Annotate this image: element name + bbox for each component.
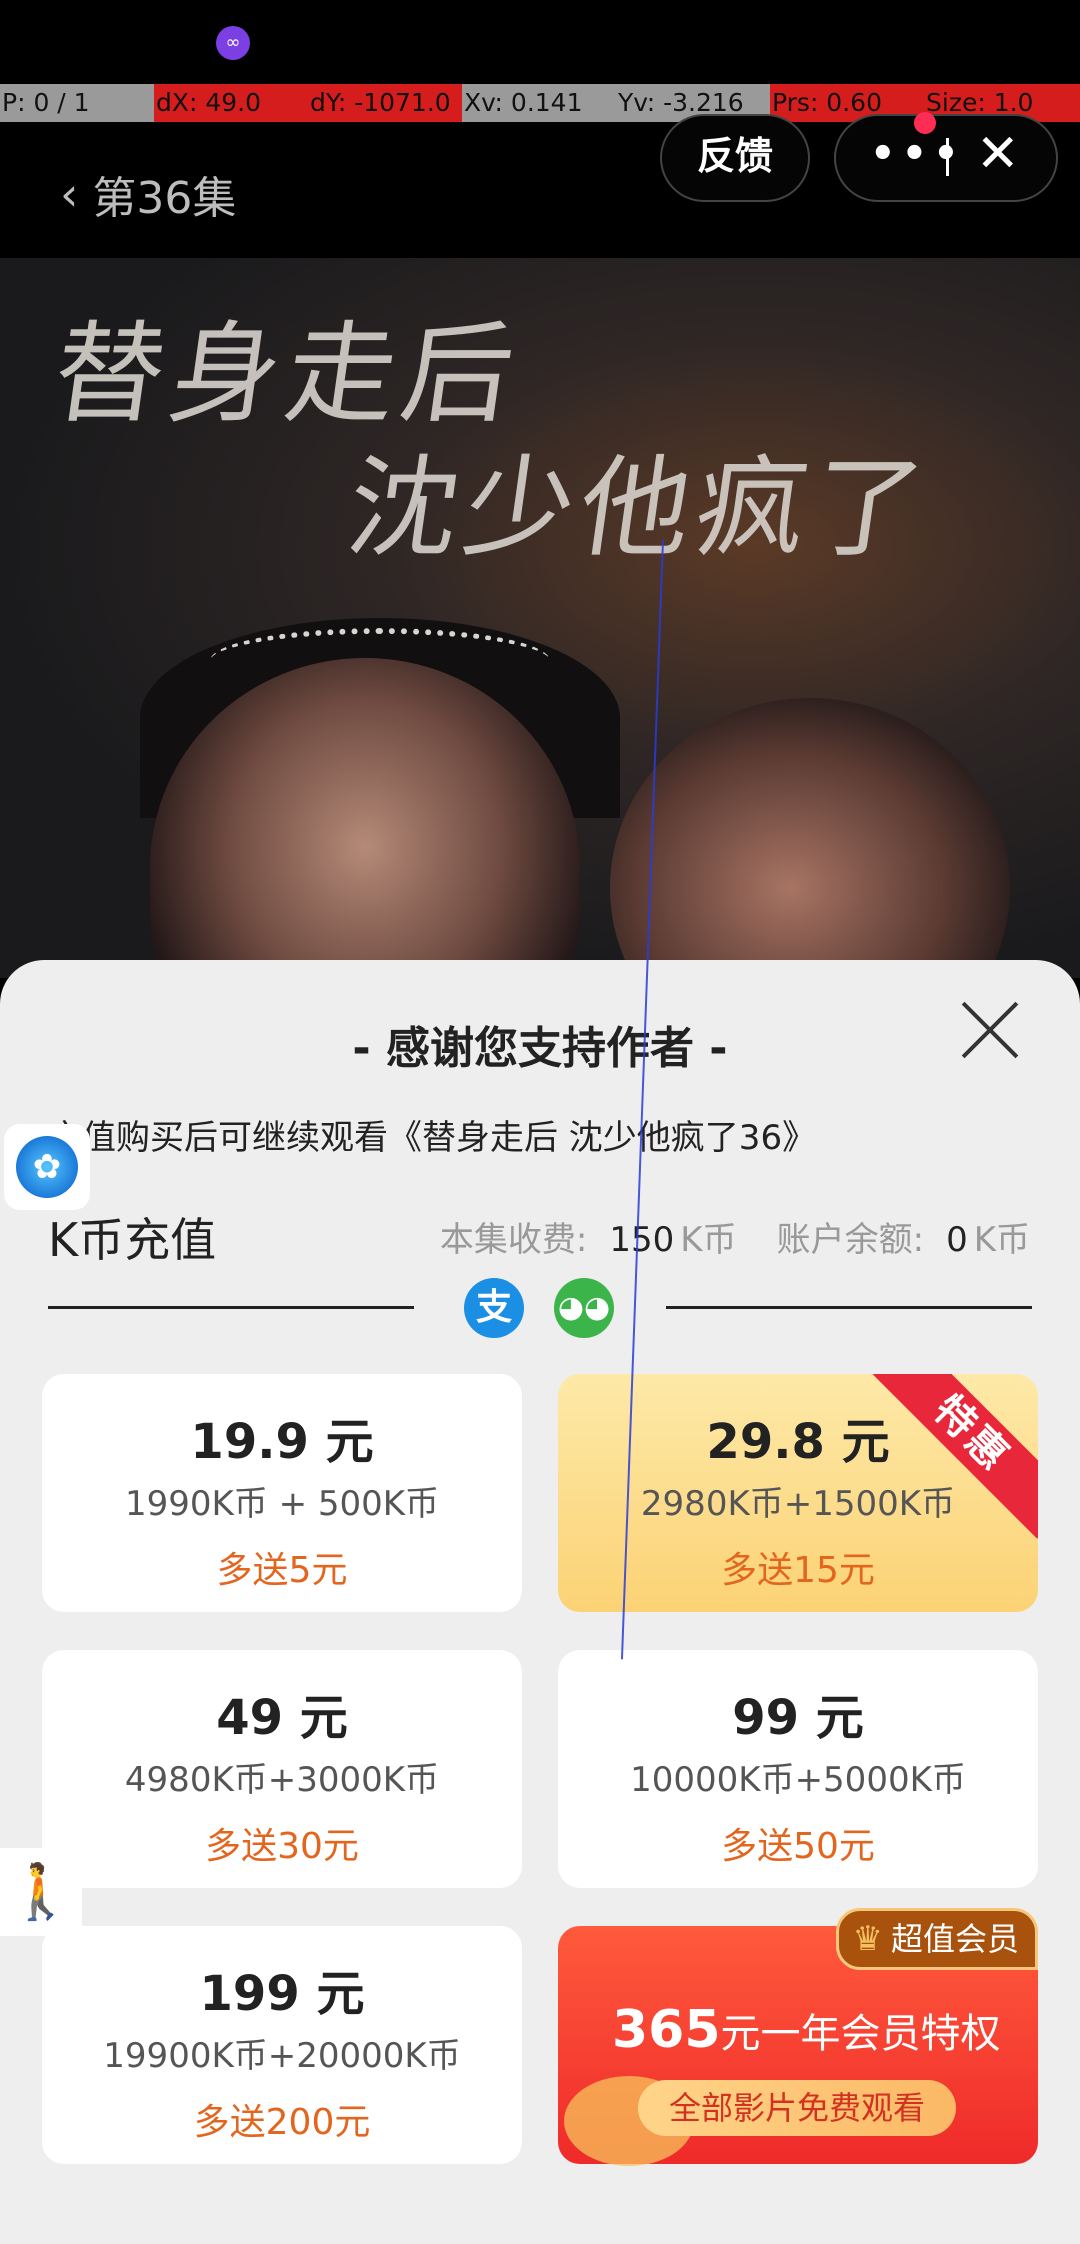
vip-benefit-pill: 全部影片免费观看 <box>638 2080 956 2136</box>
package-card[interactable]: 19.9 元 1990K币 + 500K币 多送5元 <box>42 1374 522 1612</box>
floating-assistant[interactable]: ✿ <box>4 1124 90 1210</box>
app-indicator-icon: ∞ <box>216 26 250 60</box>
package-bonus: 多送30元 <box>205 1826 359 1867</box>
recharge-sheet: - 感谢您支持作者 - 充值购买后可继续观看《替身走后 沈少他疯了36》 K币充… <box>0 960 1080 2244</box>
package-detail: 2980K币+1500K币 <box>640 1484 956 1524</box>
feedback-button[interactable]: 反馈 <box>660 114 810 202</box>
vip-badge: ♛ 超值会员 <box>835 1908 1038 1970</box>
touch-point-indicator <box>914 112 936 134</box>
package-bonus: 多送5元 <box>216 1550 348 1591</box>
package-bonus: 多送200元 <box>193 2102 371 2143</box>
vip-offer-text: 元一年会员特权 <box>720 2011 1001 2057</box>
vip-badge-label: 超值会员 <box>890 1920 1019 1958</box>
chevron-left-icon: ‹ <box>60 167 79 221</box>
fee-label: 本集收费: <box>439 1220 588 1260</box>
vip-offer: 365元一年会员特权 <box>612 2000 1001 2060</box>
fee-value: 150 <box>609 1220 675 1260</box>
debug-dx: dX: 49.0 <box>154 84 308 122</box>
poster-tiara <box>210 628 550 694</box>
package-price: 199 元 <box>199 1966 365 2022</box>
fee-summary: 本集收费: 150 K币 账户余额: 0 K币 <box>440 1212 1030 1261</box>
package-detail: 19900K币+20000K币 <box>103 2036 461 2076</box>
balance-label: 账户余额: <box>776 1220 925 1260</box>
poster-figure-man <box>610 698 1010 978</box>
back-button[interactable]: ‹ 第36集 <box>60 162 236 226</box>
vip-membership-card[interactable]: ♛ 超值会员 365元一年会员特权 全部影片免费观看 <box>558 1908 1038 2166</box>
divider-right <box>666 1306 1032 1309</box>
package-detail: 10000K币+5000K币 <box>630 1760 966 1800</box>
package-card[interactable]: 199 元 19900K币+20000K币 多送200元 <box>42 1926 522 2164</box>
balance-value: 0 <box>946 1220 968 1260</box>
capsule-divider <box>946 138 949 176</box>
alipay-icon[interactable]: 支 <box>464 1278 524 1338</box>
package-detail: 1990K币 + 500K币 <box>124 1484 440 1524</box>
poster-title-line2: 沈少他疯了 <box>339 444 938 572</box>
capsule-menu: ••• ✕ <box>834 114 1058 202</box>
sheet-title: - 感谢您支持作者 - <box>352 1023 728 1074</box>
package-detail: 4980K币+3000K币 <box>124 1760 440 1800</box>
drama-poster: 替身走后 沈少他疯了 <box>0 258 1080 978</box>
package-price: 19.9 元 <box>190 1414 374 1470</box>
debug-dy: dY: -1071.0 <box>308 84 462 122</box>
package-card[interactable]: 99 元 10000K币+5000K币 多送50元 <box>558 1650 1038 1888</box>
assistant-icon: ✿ <box>16 1136 78 1198</box>
package-price: 99 元 <box>732 1690 864 1746</box>
vip-amount: 365 <box>612 2000 721 2060</box>
crown-icon: ♛ <box>852 1919 883 1959</box>
wechat-pay-icon[interactable]: ◕◕ <box>554 1278 614 1338</box>
divider-left <box>48 1306 414 1309</box>
debug-pointer-count: P: 0 / 1 <box>0 84 154 122</box>
package-bonus: 多送15元 <box>721 1550 875 1591</box>
fee-unit: K币 <box>680 1220 737 1260</box>
episode-title: 第36集 <box>92 173 237 224</box>
package-price: 49 元 <box>216 1690 348 1746</box>
package-bonus: 多送50元 <box>721 1826 875 1867</box>
section-title: K币充值 <box>48 1213 217 1267</box>
floating-figure-icon[interactable]: 🚶 <box>0 1848 82 1936</box>
close-miniapp-icon[interactable]: ✕ <box>976 124 1020 184</box>
unlock-notice: 充值购买后可继续观看《替身走后 沈少他疯了36》 <box>48 1118 817 1158</box>
package-card[interactable]: 49 元 4980K币+3000K币 多送30元 <box>42 1650 522 1888</box>
debug-xv: Xv: 0.141 <box>462 84 616 122</box>
close-icon[interactable] <box>956 996 1024 1064</box>
balance-unit: K币 <box>973 1220 1030 1260</box>
more-options-icon[interactable]: ••• <box>870 134 965 174</box>
